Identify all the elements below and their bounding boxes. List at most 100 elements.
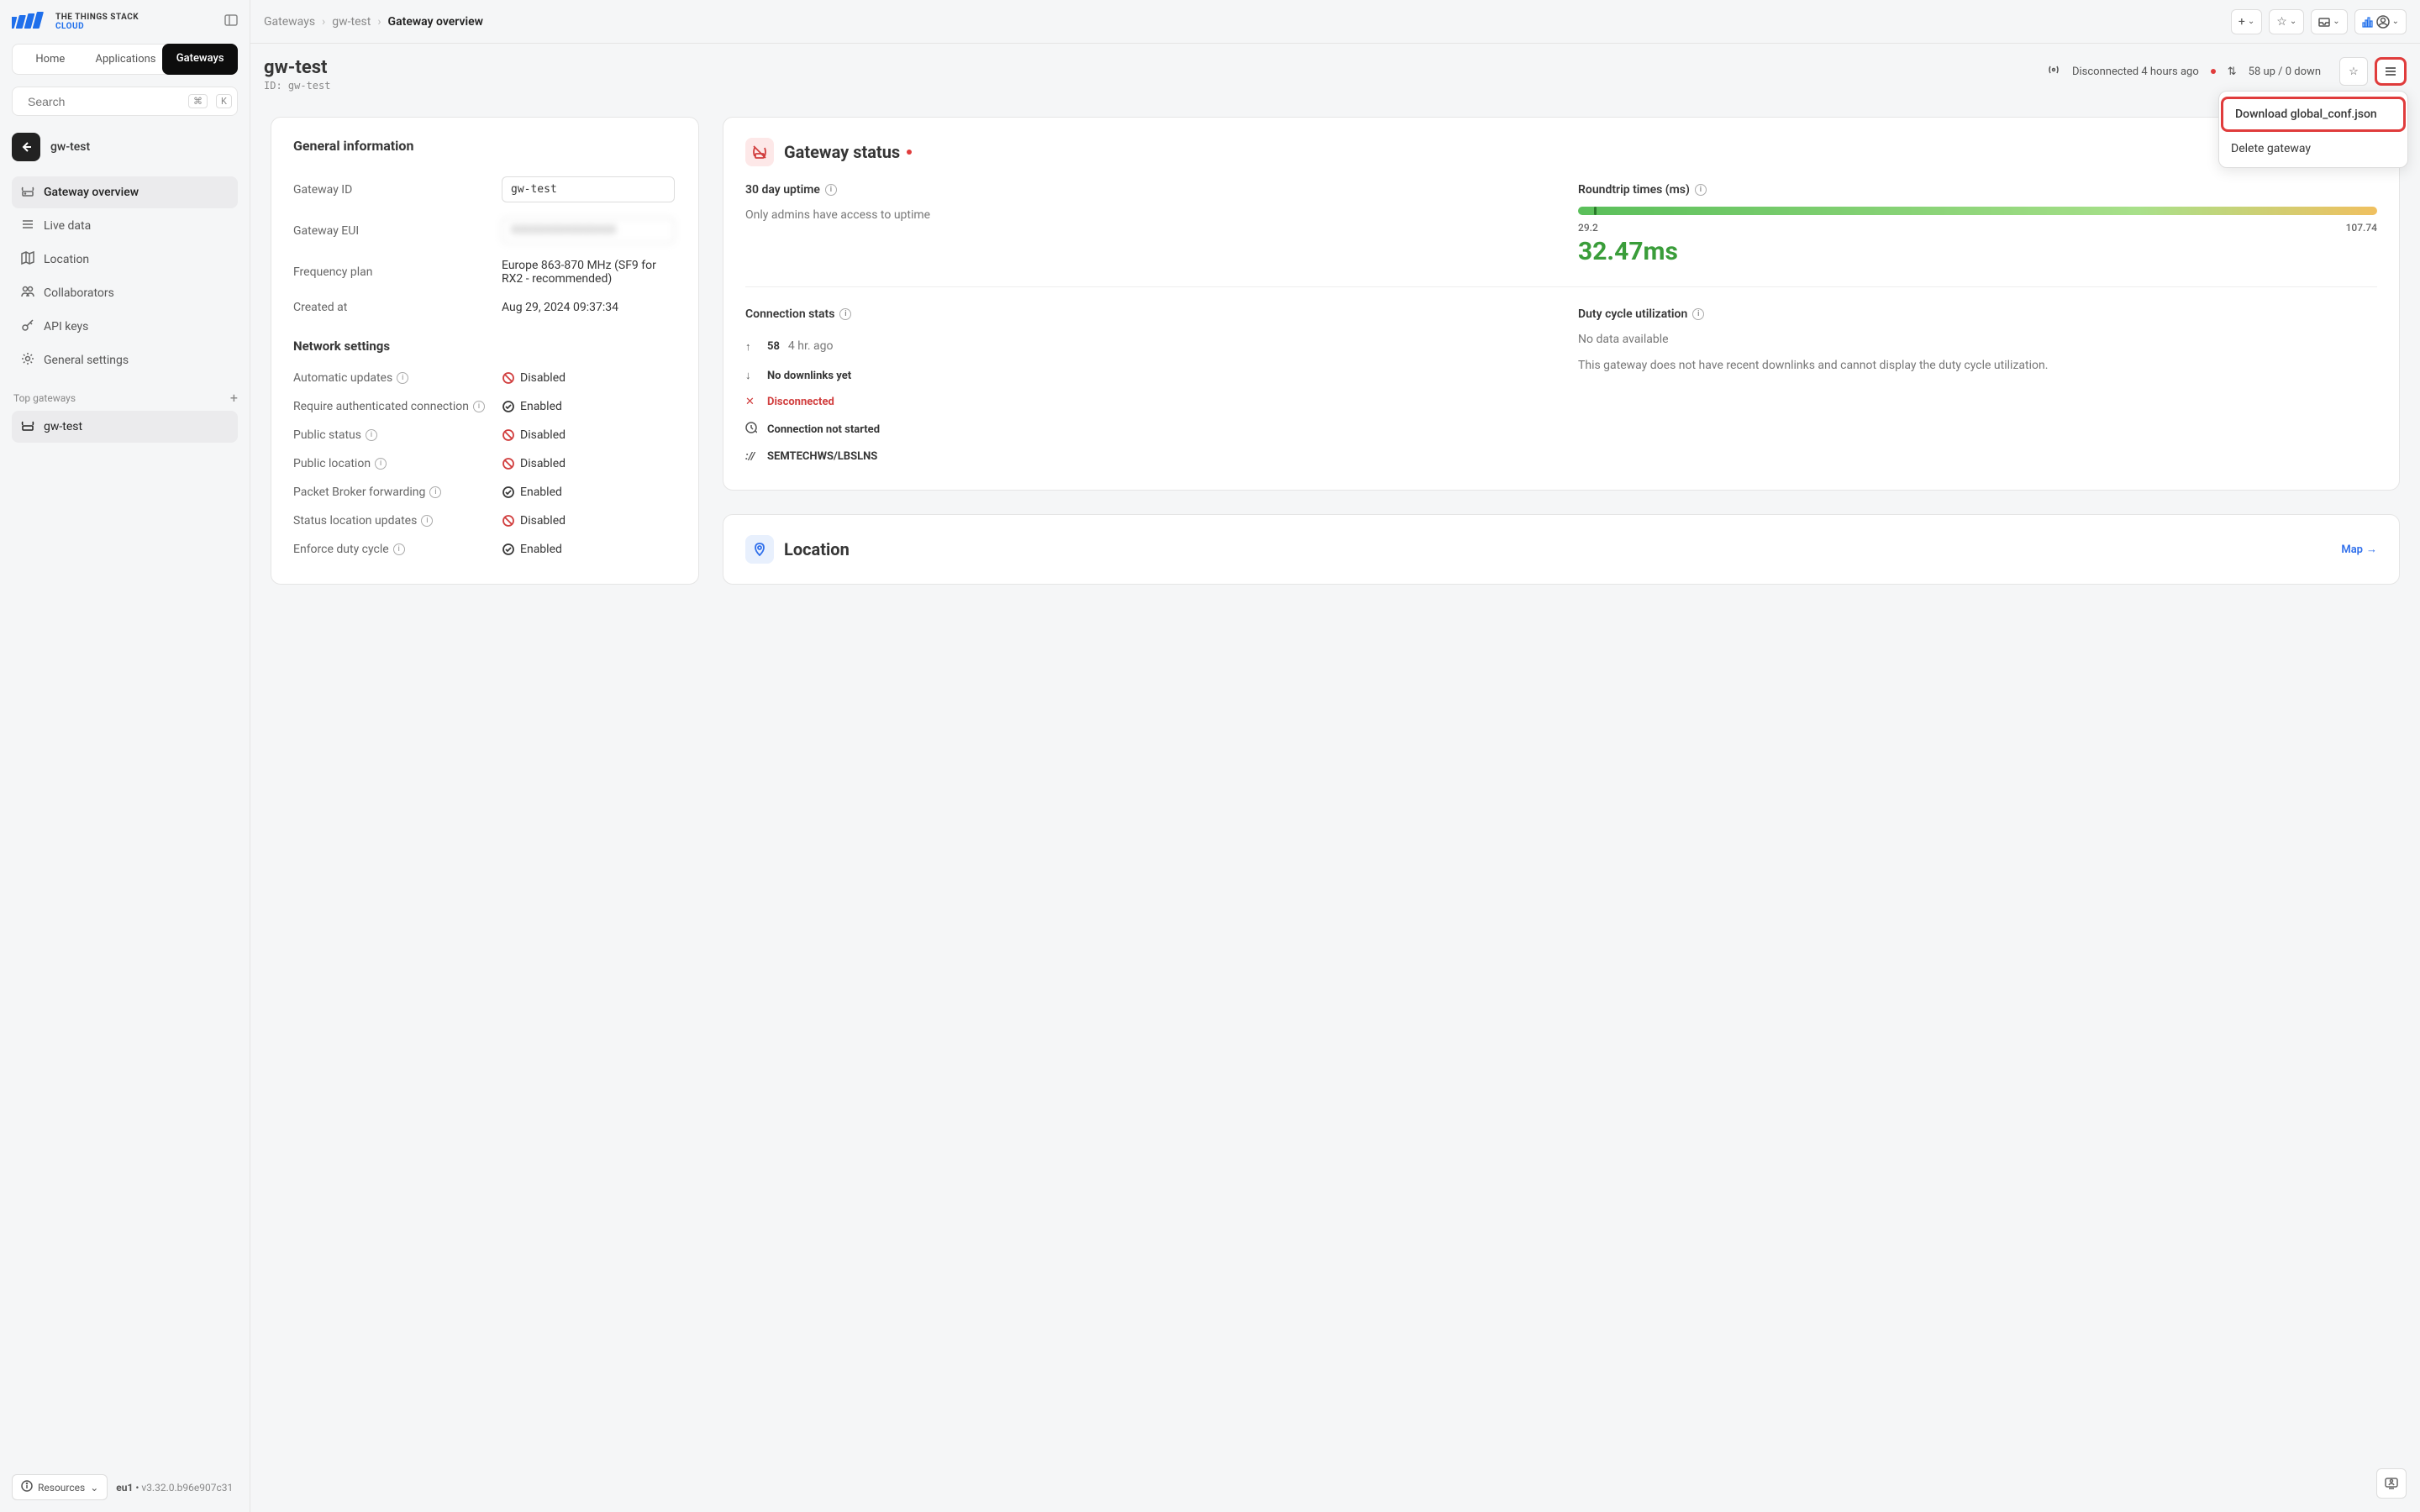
top-gateway-item[interactable]: gw-test	[12, 411, 238, 443]
info-icon[interactable]: i	[839, 308, 851, 320]
info-icon[interactable]: i	[366, 429, 377, 441]
nav-label: Gateway overview	[44, 186, 139, 199]
page-title: gw-test	[264, 57, 330, 78]
rt-value: 32.47ms	[1578, 237, 2377, 266]
rt-min: 29.2	[1578, 222, 1598, 234]
general-info-card: General information Gateway ID gw-test G…	[271, 117, 699, 585]
uptime-label: 30 day uptime	[745, 183, 820, 197]
status-text: Disabled	[520, 371, 566, 385]
nav-gateway-overview[interactable]: Gateway overview	[12, 176, 238, 208]
brand-line2: CLOUD	[55, 22, 139, 31]
gateway-status-icon	[745, 138, 774, 166]
roundtrip-bar	[1578, 207, 2377, 215]
add-top-gateway-icon[interactable]: +	[230, 390, 238, 406]
info-icon[interactable]: i	[429, 486, 441, 498]
rt-max: 107.74	[2346, 222, 2377, 234]
star-icon: ☆	[2349, 66, 2359, 78]
status-dot-red	[2211, 69, 2216, 74]
gateway-icon	[20, 417, 35, 436]
roundtrip-label: Roundtrip times (ms)	[1578, 183, 1690, 197]
nav-api-keys[interactable]: API keys	[12, 311, 238, 343]
back-button[interactable]	[12, 133, 40, 161]
network-settings-title: Network settings	[293, 339, 676, 354]
info-icon[interactable]: i	[397, 372, 408, 384]
created-at-value: Aug 29, 2024 09:37:34	[502, 301, 676, 314]
main-content: Gateways › gw-test › Gateway overview +⌄…	[250, 0, 2420, 1512]
page-header: gw-test ID: gw-test Disconnected 4 hours…	[250, 44, 2420, 107]
hamburger-menu-button[interactable]	[2375, 57, 2407, 86]
nav-label: Live data	[44, 219, 91, 233]
req-auth-label: Require authenticated connection	[293, 400, 469, 413]
user-menu-button[interactable]: ⌄	[2354, 9, 2407, 34]
sidebar-collapse-icon[interactable]	[224, 13, 238, 30]
status-loc-updates-label: Status location updates	[293, 514, 417, 528]
status-text: Enabled	[520, 486, 562, 499]
list-icon	[20, 217, 35, 235]
arrow-up-icon: ↑	[745, 340, 759, 354]
tab-gateways[interactable]: Gateways	[162, 44, 238, 75]
nav-label: Location	[44, 253, 89, 266]
gateway-id-label: Gateway ID	[293, 183, 502, 197]
status-text: Enabled	[520, 400, 562, 413]
breadcrumb-current: Gateway overview	[388, 15, 483, 29]
breadcrumb-gateway[interactable]: gw-test	[332, 15, 371, 29]
info-icon[interactable]: i	[375, 458, 387, 470]
star-button[interactable]: ☆	[2339, 57, 2368, 86]
resources-button[interactable]: Resources ⌄	[12, 1474, 108, 1500]
conn-not-started: Connection not started	[767, 423, 880, 436]
arrow-right-icon: →	[2366, 543, 2377, 556]
cluster-label: eu1	[116, 1482, 133, 1494]
gateway-eui-value[interactable]: XXXXXXXXXXXXXXXX	[502, 218, 675, 244]
feedback-icon	[2384, 1476, 2399, 1491]
inbox-icon	[2318, 16, 2330, 28]
info-icon[interactable]: i	[825, 184, 837, 196]
chevron-down-icon: ⌄	[2290, 17, 2296, 26]
enforce-duty-label: Enforce duty cycle	[293, 543, 389, 556]
pub-location-label: Public location	[293, 457, 371, 470]
download-global-conf-item[interactable]: Download global_conf.json	[2221, 97, 2406, 132]
tab-home[interactable]: Home	[13, 45, 88, 74]
org-icon	[2362, 16, 2374, 28]
topbar: Gateways › gw-test › Gateway overview +⌄…	[250, 0, 2420, 44]
enabled-icon	[502, 543, 515, 556]
no-data-label: No data available	[1578, 331, 2377, 349]
info-icon[interactable]: i	[393, 543, 405, 555]
info-icon[interactable]: i	[1695, 184, 1707, 196]
tab-applications[interactable]: Applications	[88, 45, 164, 74]
gateway-id-sub: ID: gw-test	[264, 80, 330, 92]
search-box[interactable]: ⌘ K	[12, 87, 238, 116]
key-icon	[20, 318, 35, 336]
nav-general-settings[interactable]: General settings	[12, 344, 238, 376]
search-input[interactable]	[28, 95, 180, 108]
gateway-id-value[interactable]: gw-test	[502, 176, 675, 202]
delete-gateway-item[interactable]: Delete gateway	[2219, 134, 2407, 164]
brand-line1: THE THINGS STACK	[55, 13, 139, 22]
kbd-cmd: ⌘	[188, 94, 208, 108]
info-icon[interactable]: i	[473, 401, 485, 412]
add-button[interactable]: +⌄	[2231, 9, 2262, 34]
map-icon	[20, 250, 35, 269]
chevron-down-icon: ⌄	[90, 1482, 98, 1494]
inbox-button[interactable]: ⌄	[2311, 9, 2347, 34]
general-info-title: General information	[293, 138, 676, 154]
duty-cycle-message: This gateway does not have recent downli…	[1578, 357, 2377, 375]
map-link[interactable]: Map →	[2341, 543, 2377, 556]
nav-location[interactable]: Location	[12, 244, 238, 276]
star-dropdown-button[interactable]: ☆⌄	[2269, 9, 2304, 34]
packet-broker-label: Packet Broker forwarding	[293, 486, 425, 499]
breadcrumb-gateways[interactable]: Gateways	[264, 15, 315, 29]
nav-collaborators[interactable]: Collaborators	[12, 277, 238, 309]
chevron-down-icon: ⌄	[2333, 17, 2339, 26]
uptime-message: Only admins have access to uptime	[745, 207, 1544, 224]
auto-updates-label: Automatic updates	[293, 371, 392, 385]
top-gateways-label: Top gateways	[13, 392, 76, 404]
location-card: Location Map →	[723, 514, 2400, 585]
up-count: 58	[767, 340, 780, 353]
antenna-icon	[2047, 63, 2060, 80]
nav-live-data[interactable]: Live data	[12, 210, 238, 242]
feedback-button[interactable]	[2376, 1468, 2407, 1499]
info-icon[interactable]: i	[1692, 308, 1704, 320]
logo[interactable]: THE THINGS STACK CLOUD	[12, 12, 139, 32]
info-icon[interactable]: i	[421, 515, 433, 527]
pub-status-label: Public status	[293, 428, 361, 442]
